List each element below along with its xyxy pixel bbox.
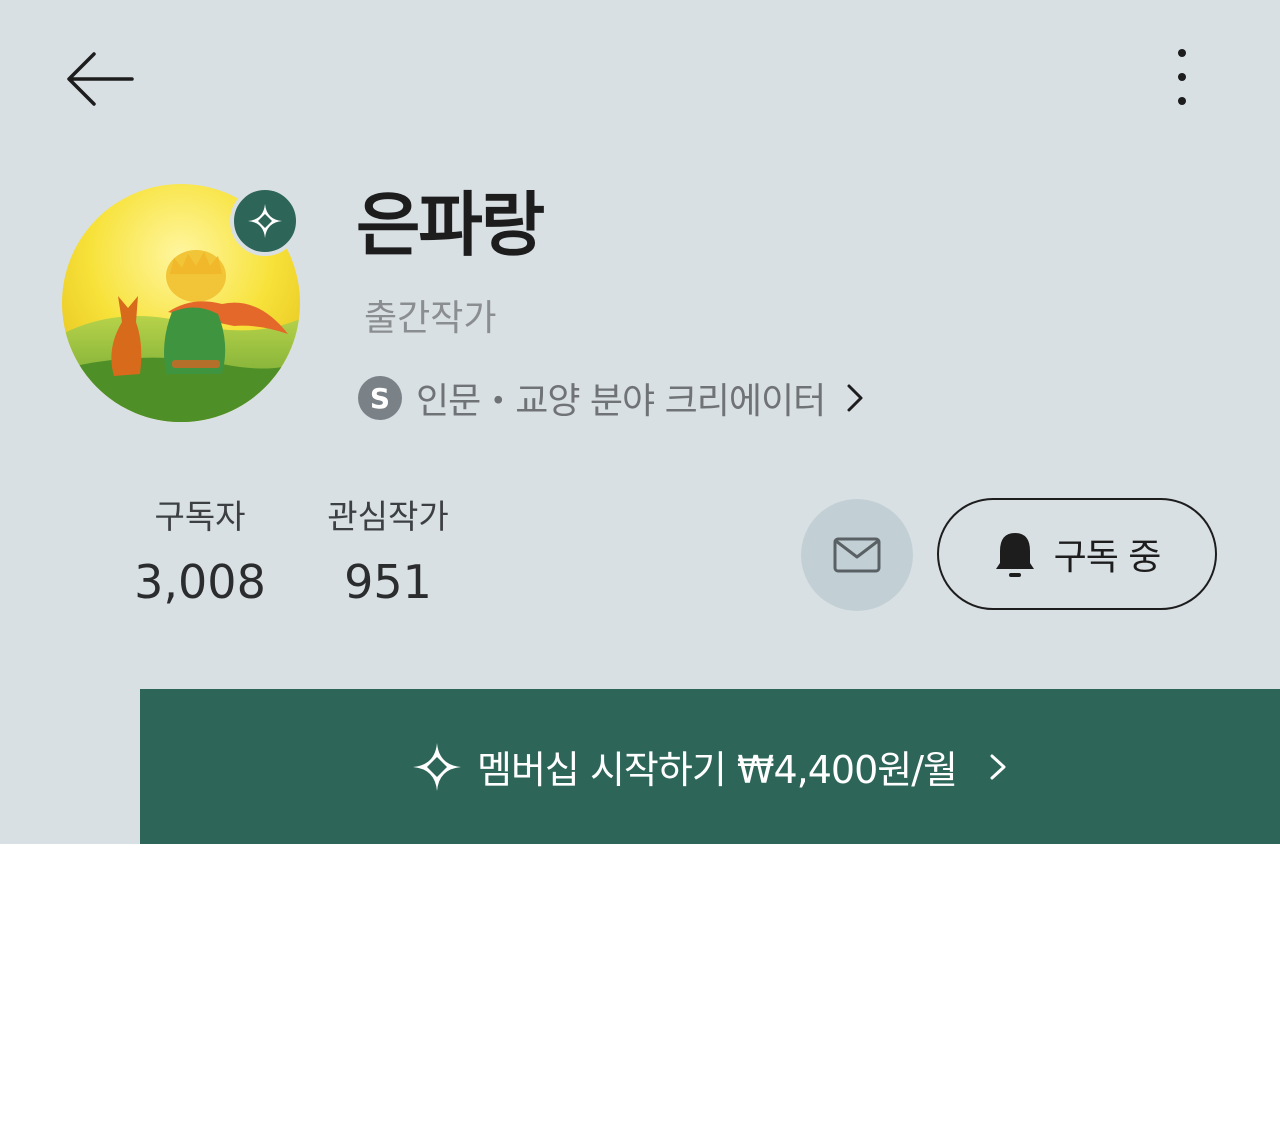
chevron-right-icon [847,384,863,412]
membership-label: 멤버십 시작하기 ₩4,400원/월 [477,748,958,792]
subscribers-count: 3,008 [134,555,266,609]
more-options-button[interactable] [1160,44,1204,116]
creator-category-label: 인문・교양 분야 크리에이터 [416,381,826,422]
mail-icon [833,537,881,573]
author-role: 출간작가 [364,298,497,339]
membership-diamond-icon [248,204,282,238]
profile-header: 은파랑 출간작가 S 인문・교양 분야 크리에이터 구독자 3,008 관심작가… [0,0,1280,844]
membership-start-button[interactable]: 멤버십 시작하기 ₩4,400원/월 [140,689,1280,844]
bell-icon [995,533,1034,577]
membership-diamond-icon [413,742,462,791]
message-button[interactable] [801,499,913,611]
subscribers-stat[interactable]: 구독자 3,008 [130,494,270,616]
creator-category-link[interactable]: S 인문・교양 분야 크리에이터 [358,370,867,426]
subscribers-label: 구독자 [154,497,246,536]
back-button[interactable] [62,48,138,110]
membership-author-badge [230,186,300,256]
following-label: 관심작가 [327,497,449,536]
subscribe-label: 구독 중 [1053,537,1162,578]
chevron-right-icon [990,754,1006,779]
following-count: 951 [344,555,432,609]
more-vertical-icon [1178,49,1186,105]
following-stat[interactable]: 관심작가 951 [318,494,458,616]
back-arrow-icon [67,52,134,106]
creator-badge-icon: S [358,376,402,420]
subscribe-button[interactable]: 구독 중 [937,498,1217,610]
author-name: 은파랑 [356,184,545,266]
